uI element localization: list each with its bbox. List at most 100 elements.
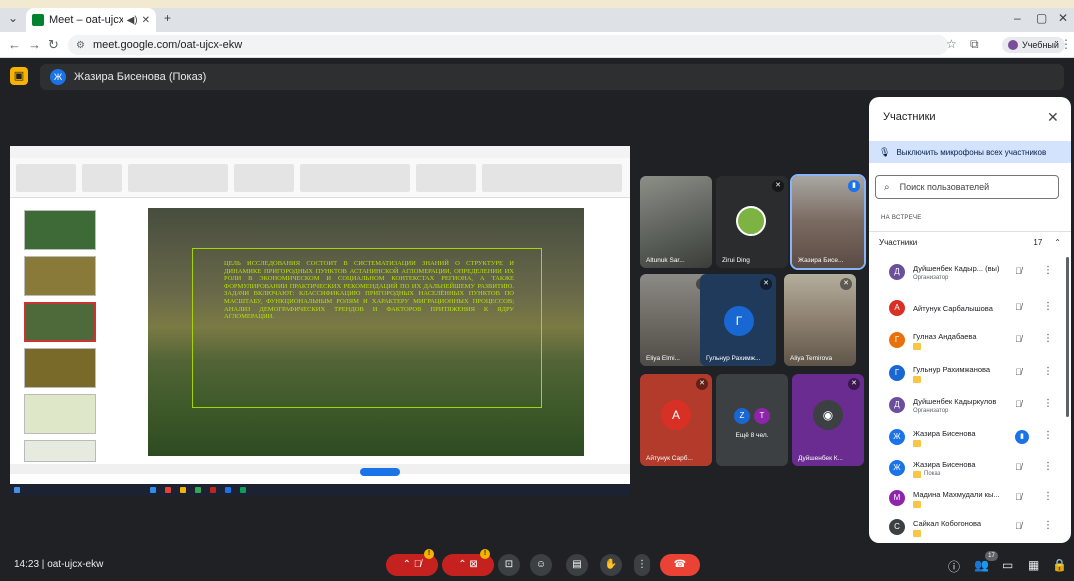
more-options-icon[interactable]: ⋮: [1043, 265, 1053, 276]
tab-title: Meet – oat-ujcx-ekw: [49, 14, 123, 26]
extensions-icon[interactable]: ⧉: [970, 37, 979, 52]
new-tab-icon[interactable]: +: [164, 11, 171, 25]
mic-off-icon[interactable]: 🎙̸: [1015, 399, 1022, 409]
url-input[interactable]: ⚙ meet.google.com/oat-ujcx-ekw: [68, 35, 948, 55]
forward-icon[interactable]: →: [28, 37, 41, 52]
participant-name: Дуйшенбек Кадыркулов: [913, 397, 997, 406]
more-options-icon[interactable]: ⋮: [1043, 491, 1053, 502]
tab-list-icon[interactable]: ⌄: [8, 11, 18, 25]
meeting-time: 14:23: [14, 559, 40, 570]
maximize-icon[interactable]: ▢: [1036, 11, 1047, 25]
minimize-icon[interactable]: –: [1014, 11, 1021, 25]
audio-playing-icon[interactable]: ◀): [127, 15, 138, 26]
more-options-icon[interactable]: ⋮: [1043, 301, 1053, 312]
participant-name: Айтунук Сарбалышова: [913, 304, 993, 313]
participant-row[interactable]: Д Дуйшенбек Кадыркулов Организатор 🎙̸ ⋮: [869, 390, 1071, 421]
mic-off-icon[interactable]: 🎙̸: [1015, 492, 1022, 502]
end-call-icon: ☎: [673, 559, 687, 570]
captions-button[interactable]: ▤: [566, 554, 588, 576]
participant-row[interactable]: Ж Жазира Бисенова ▮ ⋮: [869, 422, 1071, 453]
participant-row[interactable]: С Сайкал Кобогонова 🎙̸ ⋮: [869, 512, 1071, 543]
speaking-indicator-icon: ▮: [848, 180, 860, 192]
more-options-icon[interactable]: ⋮: [1043, 366, 1053, 377]
participant-tile[interactable]: Г ✕ Гульнур Рахимж...: [700, 274, 776, 366]
more-options-icon[interactable]: ⋮: [1043, 333, 1053, 344]
tab-close-icon[interactable]: ✕: [142, 15, 150, 26]
profile-button[interactable]: Учебный: [1002, 37, 1065, 53]
participant-tile[interactable]: Altunuk Sar...: [640, 176, 712, 268]
mic-off-icon: ✕: [848, 378, 860, 390]
tile-name: Zirui Ding: [722, 257, 750, 264]
participant-role: Организатор: [913, 275, 949, 281]
mic-off-icon[interactable]: 🎙̸: [1015, 462, 1022, 472]
mic-off-icon[interactable]: 🎙̸: [1015, 302, 1022, 312]
participant-row[interactable]: Г Гулназ Андабаева 🎙̸ ⋮: [869, 325, 1071, 356]
reactions-button[interactable]: ☺: [530, 554, 552, 576]
mic-toggle-button[interactable]: ⌃ 🎙̸ !: [386, 549, 438, 576]
participant-avatar: А: [889, 300, 905, 316]
participant-name: Дуйшенбек Кадыр... (вы): [913, 264, 1000, 273]
bookmark-star-icon[interactable]: ☆: [946, 37, 957, 51]
people-search-input[interactable]: ⌕ Поиск пользователей: [875, 175, 1059, 199]
mic-off-icon[interactable]: 🎙̸: [1015, 266, 1022, 276]
leave-call-button[interactable]: ☎: [660, 554, 700, 576]
participant-row[interactable]: А Айтунук Сарбалышова 🎙̸ ⋮: [869, 293, 1071, 324]
mic-off-icon[interactable]: 🎙̸: [1015, 367, 1022, 377]
slide-thumbnails: [14, 202, 100, 464]
participant-tile[interactable]: ✕ Aliya Temirova: [784, 274, 856, 366]
slide-thumb[interactable]: [24, 440, 96, 462]
more-participants-tile[interactable]: Z T Ещё 8 чел.: [716, 374, 788, 466]
slide-thumb[interactable]: [24, 348, 96, 388]
participant-name: Жазира Бисенова: [913, 460, 976, 469]
more-options-icon[interactable]: ⋮: [1043, 461, 1053, 472]
tile-name: Жазира Бисе...: [798, 257, 844, 264]
site-info-icon[interactable]: ⚙: [76, 40, 85, 51]
participant-avatar: Г: [889, 365, 905, 381]
participant-name: Гулназ Андабаева: [913, 332, 977, 341]
participant-tile[interactable]: А ✕ Айтунук Сарб...: [640, 374, 712, 466]
participant-row[interactable]: М Мадина Махмудали кы... 🎙̸ ⋮: [869, 483, 1071, 514]
presenter-bar: Ж Жазира Бисенова (Показ): [40, 64, 1064, 90]
camera-toggle-button[interactable]: ⌃ ⊠ !: [442, 549, 494, 576]
participant-row[interactable]: Г Гульнур Рахимжанова 🎙̸ ⋮: [869, 358, 1071, 389]
slide-thumb[interactable]: [24, 210, 96, 250]
participant-tile[interactable]: ✕ Zirui Ding: [716, 176, 788, 268]
participants-group-header[interactable]: Участники 17 ⌃: [869, 231, 1071, 253]
more-options-button[interactable]: ⋮: [634, 554, 650, 576]
panel-close-icon[interactable]: ✕: [1047, 109, 1059, 126]
slide-thumb[interactable]: [24, 394, 96, 434]
taskbar-start-icon: [14, 487, 20, 493]
speaking-indicator-icon[interactable]: ▮: [1015, 430, 1029, 444]
meeting-info-icon[interactable]: ⓘ: [948, 558, 960, 575]
mute-all-button[interactable]: 🎙 Выключить микрофоны всех участников: [869, 141, 1071, 163]
more-options-icon[interactable]: ⋮: [1043, 398, 1053, 409]
chevron-up-icon[interactable]: ⌃: [1054, 238, 1061, 247]
panel-scrollbar[interactable]: [1066, 257, 1069, 417]
back-icon[interactable]: ←: [8, 37, 21, 52]
participant-tile-speaking[interactable]: ▮ Жазира Бисе...: [790, 174, 866, 270]
present-button[interactable]: ⊡: [498, 554, 520, 576]
more-options-icon[interactable]: ⋮: [1043, 520, 1053, 531]
chevron-up-icon[interactable]: ⌃: [403, 559, 411, 570]
participant-row[interactable]: Ж Жазира Бисенова Показ 🎙̸ ⋮: [869, 453, 1071, 484]
browser-menu-icon[interactable]: ⋮: [1060, 37, 1072, 51]
participant-tile[interactable]: ◉ ✕ Дуйшенбек К...: [792, 374, 864, 466]
presentation-icon[interactable]: ▣: [10, 67, 28, 85]
more-options-icon[interactable]: ⋮: [1043, 430, 1053, 441]
slide-thumb-selected[interactable]: [24, 302, 96, 342]
chat-icon[interactable]: ▭: [1002, 558, 1013, 572]
browser-tab-meet[interactable]: Meet – oat-ujcx-ekw ◀) ✕: [26, 8, 156, 32]
window-close-icon[interactable]: ✕: [1058, 11, 1068, 25]
participant-row[interactable]: Д Дуйшенбек Кадыр... (вы) Организатор 🎙̸…: [869, 257, 1071, 288]
raise-hand-button[interactable]: ✋: [600, 554, 622, 576]
taskbar-app-icon: [195, 487, 201, 493]
mic-off-icon[interactable]: 🎙̸: [1015, 334, 1022, 344]
slide-thumb[interactable]: [24, 256, 96, 296]
activities-icon[interactable]: ▦: [1028, 558, 1039, 572]
taskbar-app-icon: [150, 487, 156, 493]
chevron-up-icon[interactable]: ⌃: [458, 559, 466, 570]
reload-icon[interactable]: ↻: [48, 37, 59, 53]
mic-off-icon[interactable]: 🎙̸: [1015, 521, 1022, 531]
taskbar-app-icon: [240, 487, 246, 493]
host-controls-icon[interactable]: 🔒: [1052, 558, 1067, 572]
